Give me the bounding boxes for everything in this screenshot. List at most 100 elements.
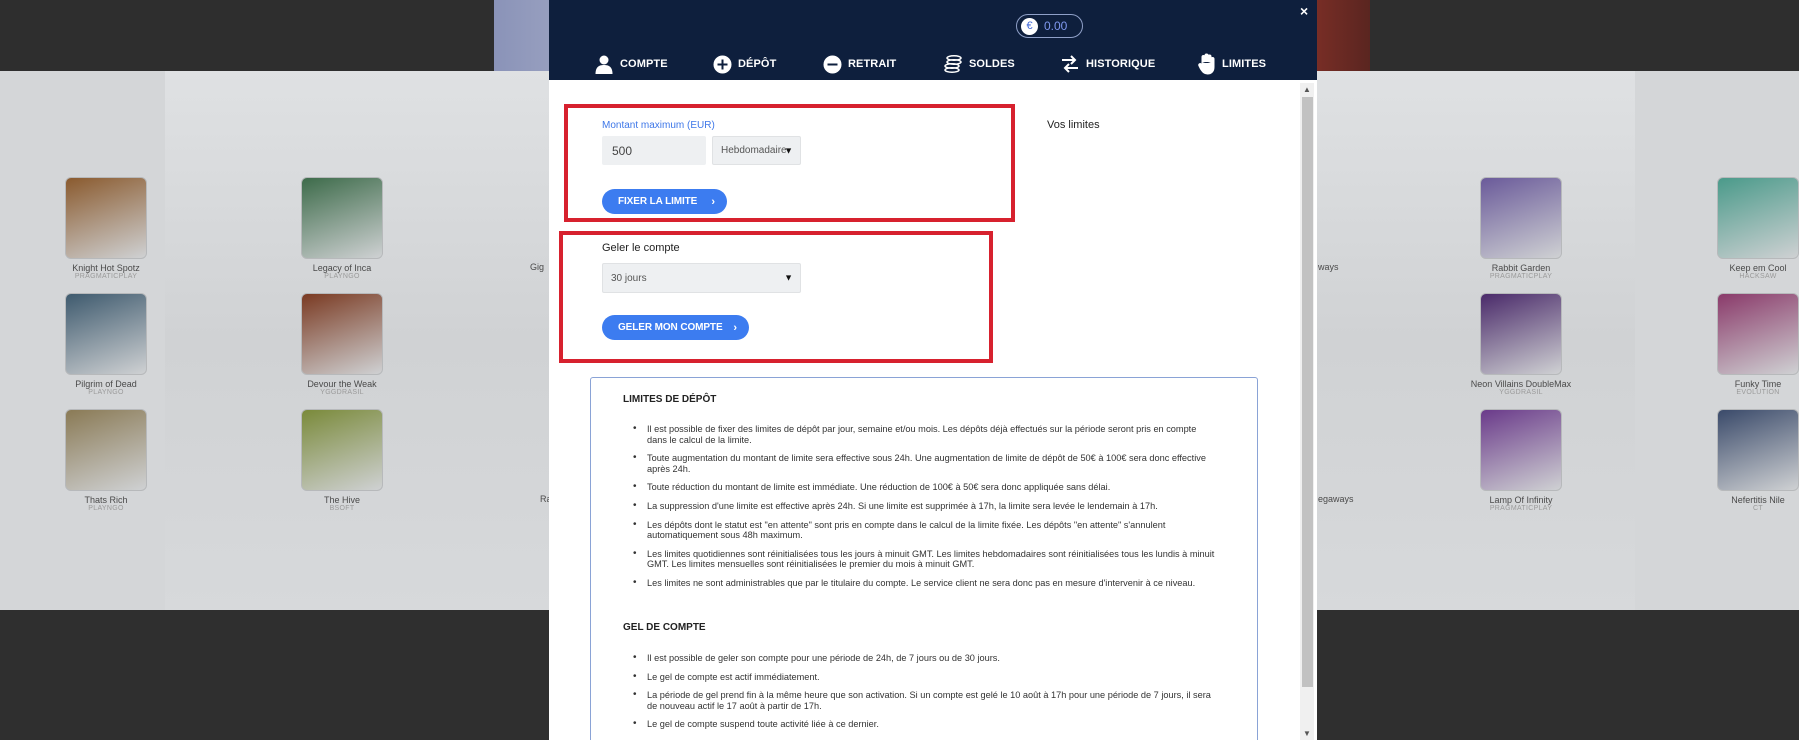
game-tile[interactable]: Thats Rich PLAYNGO bbox=[31, 409, 181, 512]
limit-period-select[interactable]: Hebdomadaire ▼ bbox=[712, 136, 801, 165]
limit-amount-input[interactable] bbox=[602, 136, 706, 165]
user-icon bbox=[595, 55, 613, 74]
freeze-account-label: Geler le compte bbox=[602, 242, 680, 254]
balance-amount: 0.00 bbox=[1044, 19, 1068, 33]
game-provider: PRAGMATICPLAY bbox=[1489, 505, 1553, 512]
game-tile[interactable]: Nefertitis Nile CT bbox=[1683, 409, 1799, 512]
game-tile[interactable]: Rabbit Garden PRAGMATICPLAY bbox=[1446, 177, 1596, 280]
tab-label: SOLDES bbox=[969, 58, 1015, 70]
tab-label: HISTORIQUE bbox=[1086, 58, 1156, 70]
game-thumbnail bbox=[1480, 409, 1562, 491]
chevron-right-icon: › bbox=[733, 321, 737, 334]
freeze-rules-list: Il est possible de geler son compte pour… bbox=[633, 653, 1217, 738]
tab-retrait[interactable]: RETRAIT bbox=[823, 52, 896, 76]
rule-item: Le gel de compte est actif immédiatement… bbox=[633, 672, 1217, 683]
game-thumbnail bbox=[1480, 293, 1562, 375]
rule-item: Le gel de compte suspend toute activité … bbox=[633, 719, 1217, 730]
limit-period-value: Hebdomadaire bbox=[721, 145, 787, 156]
tab-depot[interactable]: DÉPÔT bbox=[713, 52, 776, 76]
tab-limites[interactable]: LIMITES bbox=[1198, 52, 1266, 76]
game-thumbnail bbox=[301, 293, 383, 375]
freeze-duration-value: 30 jours bbox=[611, 272, 647, 284]
tab-label: LIMITES bbox=[1222, 58, 1267, 70]
game-provider: PRAGMATICPLAY bbox=[74, 273, 138, 280]
game-tile[interactable]: Funky Time EVOLUTION bbox=[1683, 293, 1799, 396]
game-provider: PLAYNGO bbox=[88, 389, 124, 396]
freeze-duration-select[interactable]: 30 jours ▼ bbox=[602, 263, 801, 293]
game-thumbnail bbox=[1717, 409, 1799, 491]
chevron-right-icon: › bbox=[711, 195, 715, 208]
game-tile[interactable]: Legacy of Inca PLAYNGO bbox=[267, 177, 417, 280]
game-provider: CT bbox=[1753, 505, 1763, 512]
game-name: Nefertitis Nile bbox=[1731, 495, 1785, 505]
game-thumbnail bbox=[65, 409, 147, 491]
game-name: Thats Rich bbox=[84, 495, 128, 505]
tab-soldes[interactable]: SOLDES bbox=[943, 52, 1015, 76]
set-limit-button[interactable]: FIXER LA LIMITE › bbox=[602, 189, 727, 214]
game-provider: PRAGMATICPLAY bbox=[1489, 273, 1553, 280]
close-icon[interactable]: × bbox=[1300, 3, 1308, 19]
rule-item: Toute augmentation du montant de limite … bbox=[633, 453, 1217, 474]
freeze-account-button-label: GELER MON COMPTE bbox=[618, 322, 723, 333]
game-tile[interactable]: Devour the Weak YGGDRASIL bbox=[267, 293, 417, 396]
game-name: Funky Time bbox=[1734, 379, 1782, 389]
scroll-up-arrow-icon[interactable]: ▲ bbox=[1303, 85, 1311, 94]
game-provider: YGGDRASIL bbox=[1499, 389, 1543, 396]
game-thumbnail bbox=[301, 177, 383, 259]
tab-historique[interactable]: HISTORIQUE bbox=[1060, 52, 1155, 76]
game-name: Devour the Weak bbox=[307, 379, 377, 389]
game-name: Pilgrim of Dead bbox=[75, 379, 137, 389]
rule-item: Les limites quotidiennes sont réinitiali… bbox=[633, 549, 1217, 570]
game-thumbnail bbox=[1717, 293, 1799, 375]
tab-label: RETRAIT bbox=[848, 58, 897, 70]
scrollbar-thumb[interactable] bbox=[1302, 97, 1313, 687]
game-provider: HACKSAW bbox=[1739, 273, 1777, 280]
game-name: Lamp Of Infinity bbox=[1489, 495, 1553, 505]
game-name: The Hive bbox=[323, 495, 360, 505]
partial-game-label: egaways bbox=[1318, 494, 1354, 504]
modal-scrollbar[interactable]: ▲ ▼ bbox=[1300, 83, 1314, 740]
game-thumbnail bbox=[65, 293, 147, 375]
chevron-down-icon: ▼ bbox=[784, 145, 793, 155]
game-provider: YGGDRASIL bbox=[320, 389, 364, 396]
tab-compte[interactable]: COMPTE bbox=[594, 52, 668, 76]
game-provider: PLAYNGO bbox=[88, 505, 124, 512]
partial-game-label: ways bbox=[1318, 262, 1339, 272]
game-tile[interactable]: Neon Villains DoubleMax YGGDRASIL bbox=[1446, 293, 1596, 396]
rule-item: Il est possible de fixer des limites de … bbox=[633, 424, 1217, 445]
euro-icon: € bbox=[1021, 17, 1038, 35]
game-tile[interactable]: Lamp Of Infinity PRAGMATICPLAY bbox=[1446, 409, 1596, 512]
hand-icon bbox=[1198, 53, 1215, 75]
tab-label: COMPTE bbox=[620, 58, 668, 70]
tab-label: DÉPÔT bbox=[738, 58, 777, 70]
balance-badge[interactable]: € 0.00 bbox=[1016, 14, 1083, 38]
rule-item: Les dépôts dont le statut est "en attent… bbox=[633, 520, 1217, 541]
plus-circle-icon bbox=[713, 55, 732, 73]
coins-icon bbox=[944, 55, 962, 73]
game-tile[interactable]: Knight Hot Spotz PRAGMATICPLAY bbox=[31, 177, 181, 280]
swap-arrows-icon bbox=[1062, 55, 1078, 73]
rule-item: Il est possible de geler son compte pour… bbox=[633, 653, 1217, 664]
game-tile[interactable]: Pilgrim of Dead PLAYNGO bbox=[31, 293, 181, 396]
game-name: Neon Villains DoubleMax bbox=[1470, 379, 1572, 389]
minus-circle-icon bbox=[823, 55, 842, 73]
game-name: Legacy of Inca bbox=[312, 263, 372, 273]
scroll-down-arrow-icon[interactable]: ▼ bbox=[1303, 729, 1311, 738]
limits-info-box: LIMITES DE DÉPÔT Il est possible de fixe… bbox=[590, 377, 1258, 740]
partial-game-label: Gig bbox=[530, 262, 545, 272]
rule-item: La période de gel prend fin à la même he… bbox=[633, 690, 1217, 711]
game-thumbnail bbox=[301, 409, 383, 491]
game-name: Keep em Cool bbox=[1729, 263, 1787, 273]
freeze-account-button[interactable]: GELER MON COMPTE › bbox=[602, 315, 749, 340]
game-name: Knight Hot Spotz bbox=[72, 263, 140, 273]
game-tile[interactable]: Keep em Cool HACKSAW bbox=[1683, 177, 1799, 280]
deposit-rules-list: Il est possible de fixer des limites de … bbox=[633, 424, 1217, 597]
game-thumbnail bbox=[1480, 177, 1562, 259]
game-thumbnail bbox=[65, 177, 147, 259]
game-tile[interactable]: The Hive BSOFT bbox=[267, 409, 417, 512]
rule-item: La suppression d'une limite est effectiv… bbox=[633, 501, 1217, 512]
game-name: Rabbit Garden bbox=[1491, 263, 1551, 273]
game-thumbnail bbox=[1717, 177, 1799, 259]
game-provider: EVOLUTION bbox=[1736, 389, 1780, 396]
chevron-down-icon: ▼ bbox=[784, 272, 793, 283]
